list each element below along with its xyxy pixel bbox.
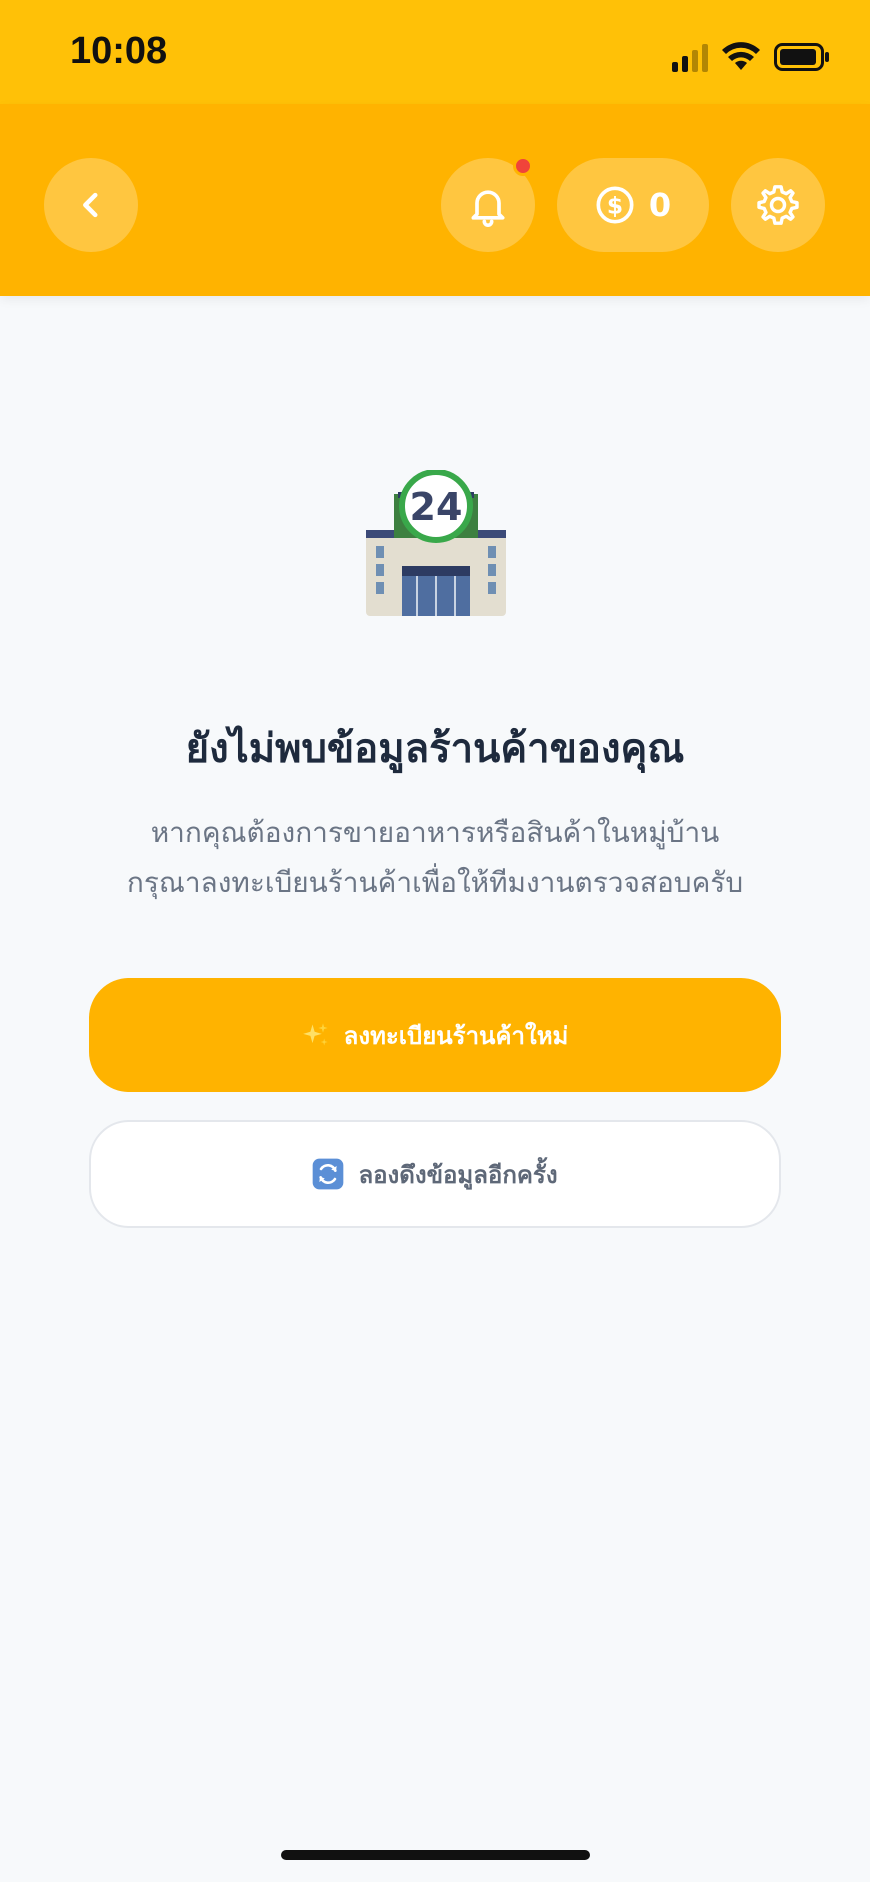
app-header: $ 0: [0, 104, 870, 296]
retry-fetch-button[interactable]: ลองดึงข้อมูลอีกครั้ง: [89, 1120, 781, 1228]
status-time: 10:08: [70, 30, 168, 72]
wifi-icon: [722, 42, 760, 70]
battery-icon: [774, 43, 829, 71]
refresh-icon: [313, 1158, 344, 1190]
dollar-coin-icon: $: [596, 186, 634, 224]
status-icons: [672, 38, 830, 72]
coin-balance-button[interactable]: $ 0: [557, 158, 709, 252]
notification-badge: [513, 156, 533, 176]
gear-icon: [757, 185, 799, 225]
register-shop-label: ลงทะเบียนร้านค้าใหม่: [343, 1021, 569, 1050]
notifications-button[interactable]: [441, 156, 535, 252]
empty-state-description: หากคุณต้องการขายอาหารหรือสินค้าในหมู่บ้า…: [60, 808, 810, 908]
home-indicator: [281, 1850, 590, 1860]
empty-state-title: ยังไม่พบข้อมูลร้านค้าของคุณ: [185, 726, 685, 772]
chevron-left-icon: [83, 192, 98, 218]
register-shop-button[interactable]: ลงทะเบียนร้านค้าใหม่: [89, 978, 781, 1092]
convenience-store-24-icon: 24: [366, 470, 506, 616]
coin-count: 0: [648, 186, 672, 224]
cellular-signal-icon: [672, 44, 708, 72]
description-line-2: กรุณาลงทะเบียนร้านค้าเพื่อให้ทีมงานตรวจส…: [126, 866, 744, 899]
bell-icon: [471, 190, 505, 227]
description-line-1: หากคุณต้องการขายอาหารหรือสินค้าในหมู่บ้า…: [150, 816, 720, 849]
settings-button[interactable]: [731, 158, 825, 252]
shop-icon-badge: 24: [410, 485, 463, 529]
retry-fetch-label: ลองดึงข้อมูลอีกครั้ง: [358, 1160, 558, 1189]
svg-text:$: $: [607, 191, 623, 219]
back-button[interactable]: [44, 158, 138, 252]
sparkles-icon: [302, 1023, 328, 1046]
status-bar: 10:08: [0, 0, 870, 104]
